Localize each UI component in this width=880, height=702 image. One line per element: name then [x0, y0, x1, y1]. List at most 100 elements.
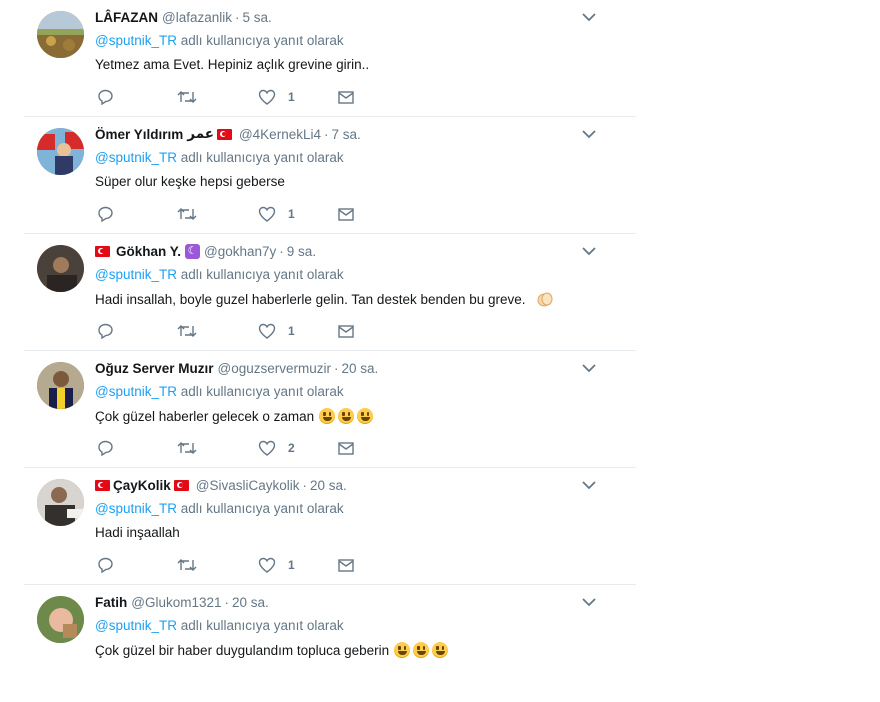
reply-icon — [98, 557, 113, 573]
reply-icon — [98, 440, 113, 456]
dm-button[interactable] — [338, 88, 354, 106]
reply-prefix-text: adlı kullanıcıya yanıt olarak — [180, 501, 344, 516]
tweet-actions: 1 — [95, 556, 395, 574]
user-handle[interactable]: @4KernekLi4 — [239, 127, 321, 142]
reply-icon — [98, 89, 113, 105]
display-name[interactable]: Ömer Yıldırım — [95, 127, 183, 142]
reply-context: @sputnik_TR adlı kullanıcıya yanıt olara… — [95, 384, 344, 399]
dm-button[interactable] — [338, 556, 354, 574]
avatar[interactable] — [37, 128, 84, 175]
avatar[interactable] — [37, 11, 84, 58]
grinning-face-icon — [394, 642, 411, 658]
like-button[interactable]: 1 — [258, 88, 295, 106]
chevron-down-icon[interactable] — [582, 246, 596, 256]
tweet-text-content: Yetmez ama Evet. Hepiniz açlık grevine g… — [95, 57, 370, 72]
like-button[interactable]: 1 — [258, 556, 295, 574]
tweet-text: Süper olur keşke hepsi geberse — [95, 174, 285, 189]
reply-button[interactable] — [97, 556, 114, 574]
tweet-list: LÂFAZAN @lafazanlik · 5 sa. @sputnik_TR … — [24, 0, 636, 702]
chevron-down-icon[interactable] — [582, 480, 596, 490]
tweet-text-content: Süper olur keşke hepsi geberse — [95, 174, 285, 189]
reply-prefix-text: adlı kullanıcıya yanıt olarak — [180, 33, 344, 48]
like-count: 2 — [288, 441, 295, 455]
display-name[interactable]: LÂFAZAN — [95, 10, 158, 25]
reply-button[interactable] — [97, 322, 114, 340]
display-name[interactable]: ÇayKolik — [113, 478, 171, 493]
grinning-face-icon — [432, 642, 449, 658]
user-handle[interactable]: @oguzservermuzir — [218, 361, 331, 376]
heart-icon — [258, 89, 276, 105]
tweet-header: Gökhan Y. ☾ @gokhan7y · 9 sa. — [95, 242, 316, 260]
retweet-button[interactable] — [177, 322, 197, 340]
like-count: 1 — [288, 324, 295, 338]
chevron-down-icon[interactable] — [582, 363, 596, 373]
tweet-item[interactable]: Gökhan Y. ☾ @gokhan7y · 9 sa. @sputnik_T… — [24, 234, 636, 351]
retweet-icon — [177, 208, 197, 220]
tweet-item[interactable]: ÇayKolik @SivasliCaykolik · 20 sa. @sput… — [24, 468, 636, 585]
mention-link[interactable]: @sputnik_TR — [95, 33, 177, 48]
reply-button[interactable] — [97, 205, 114, 223]
retweet-button[interactable] — [177, 88, 197, 106]
display-name[interactable]: Oğuz Server Muzır — [95, 361, 214, 376]
tweet-item[interactable]: Ömer Yıldırım عمر @4KernekLi4 · 7 sa. @s… — [24, 117, 636, 234]
timestamp[interactable]: 20 sa. — [310, 478, 347, 493]
reply-icon — [98, 206, 113, 222]
user-handle[interactable]: @gokhan7y — [204, 244, 276, 259]
timestamp[interactable]: 20 sa. — [232, 595, 269, 610]
timestamp[interactable]: 5 sa. — [243, 10, 272, 25]
reply-icon — [98, 323, 113, 339]
avatar[interactable] — [37, 362, 84, 409]
mention-link[interactable]: @sputnik_TR — [95, 618, 177, 633]
reply-button[interactable] — [97, 439, 114, 457]
tweet-actions: 1 — [95, 322, 395, 340]
reply-context: @sputnik_TR adlı kullanıcıya yanıt olara… — [95, 501, 344, 516]
mention-link[interactable]: @sputnik_TR — [95, 501, 177, 516]
tweet-text-content: Hadi insallah, boyle guzel haberlerle ge… — [95, 291, 526, 307]
heart-icon — [258, 557, 276, 573]
tweet-item[interactable]: Oğuz Server Muzır @oguzservermuzir · 20 … — [24, 351, 636, 468]
turkey-flag-icon — [216, 128, 232, 140]
grinning-face-icon — [357, 408, 374, 424]
separator-dot: · — [302, 477, 308, 493]
tweet-text: Yetmez ama Evet. Hepiniz açlık grevine g… — [95, 57, 369, 72]
like-count: 1 — [288, 90, 295, 104]
like-button[interactable]: 2 — [258, 439, 295, 457]
mail-icon — [338, 324, 354, 338]
avatar[interactable] — [37, 596, 84, 643]
tweet-actions: 2 — [95, 439, 395, 457]
user-handle[interactable]: @lafazanlik — [162, 10, 232, 25]
retweet-button[interactable] — [177, 205, 197, 223]
tweet-item[interactable]: LÂFAZAN @lafazanlik · 5 sa. @sputnik_TR … — [24, 0, 636, 117]
avatar[interactable] — [37, 245, 84, 292]
retweet-button[interactable] — [177, 439, 197, 457]
tweet-item[interactable]: Fatih @Glukom1321 · 20 sa. @sputnik_TR a… — [24, 585, 636, 702]
avatar[interactable] — [37, 479, 84, 526]
like-button[interactable]: 1 — [258, 205, 295, 223]
reply-context: @sputnik_TR adlı kullanıcıya yanıt olara… — [95, 267, 344, 282]
heart-icon — [258, 323, 276, 339]
user-handle[interactable]: @SivasliCaykolik — [196, 478, 300, 493]
chevron-down-icon[interactable] — [582, 129, 596, 139]
tweet-text: Hadi insallah, boyle guzel haberlerle ge… — [95, 291, 554, 307]
display-name[interactable]: Gökhan Y. — [116, 244, 181, 259]
mention-link[interactable]: @sputnik_TR — [95, 384, 177, 399]
display-name[interactable]: Fatih — [95, 595, 127, 610]
dm-button[interactable] — [338, 322, 354, 340]
like-count: 1 — [288, 207, 295, 221]
mention-link[interactable]: @sputnik_TR — [95, 267, 177, 282]
reply-button[interactable] — [97, 88, 114, 106]
dm-button[interactable] — [338, 439, 354, 457]
tweet-text: Çok güzel haberler gelecek o zaman — [95, 408, 374, 424]
separator-dot: · — [224, 594, 230, 610]
user-handle[interactable]: @Glukom1321 — [131, 595, 221, 610]
timestamp[interactable]: 20 sa. — [342, 361, 379, 376]
like-button[interactable]: 1 — [258, 322, 295, 340]
dm-button[interactable] — [338, 205, 354, 223]
mention-link[interactable]: @sputnik_TR — [95, 150, 177, 165]
chevron-down-icon[interactable] — [582, 12, 596, 22]
retweet-button[interactable] — [177, 556, 197, 574]
turkey-flag-icon — [173, 479, 189, 491]
timestamp[interactable]: 7 sa. — [331, 127, 360, 142]
chevron-down-icon[interactable] — [582, 597, 596, 607]
timestamp[interactable]: 9 sa. — [287, 244, 316, 259]
